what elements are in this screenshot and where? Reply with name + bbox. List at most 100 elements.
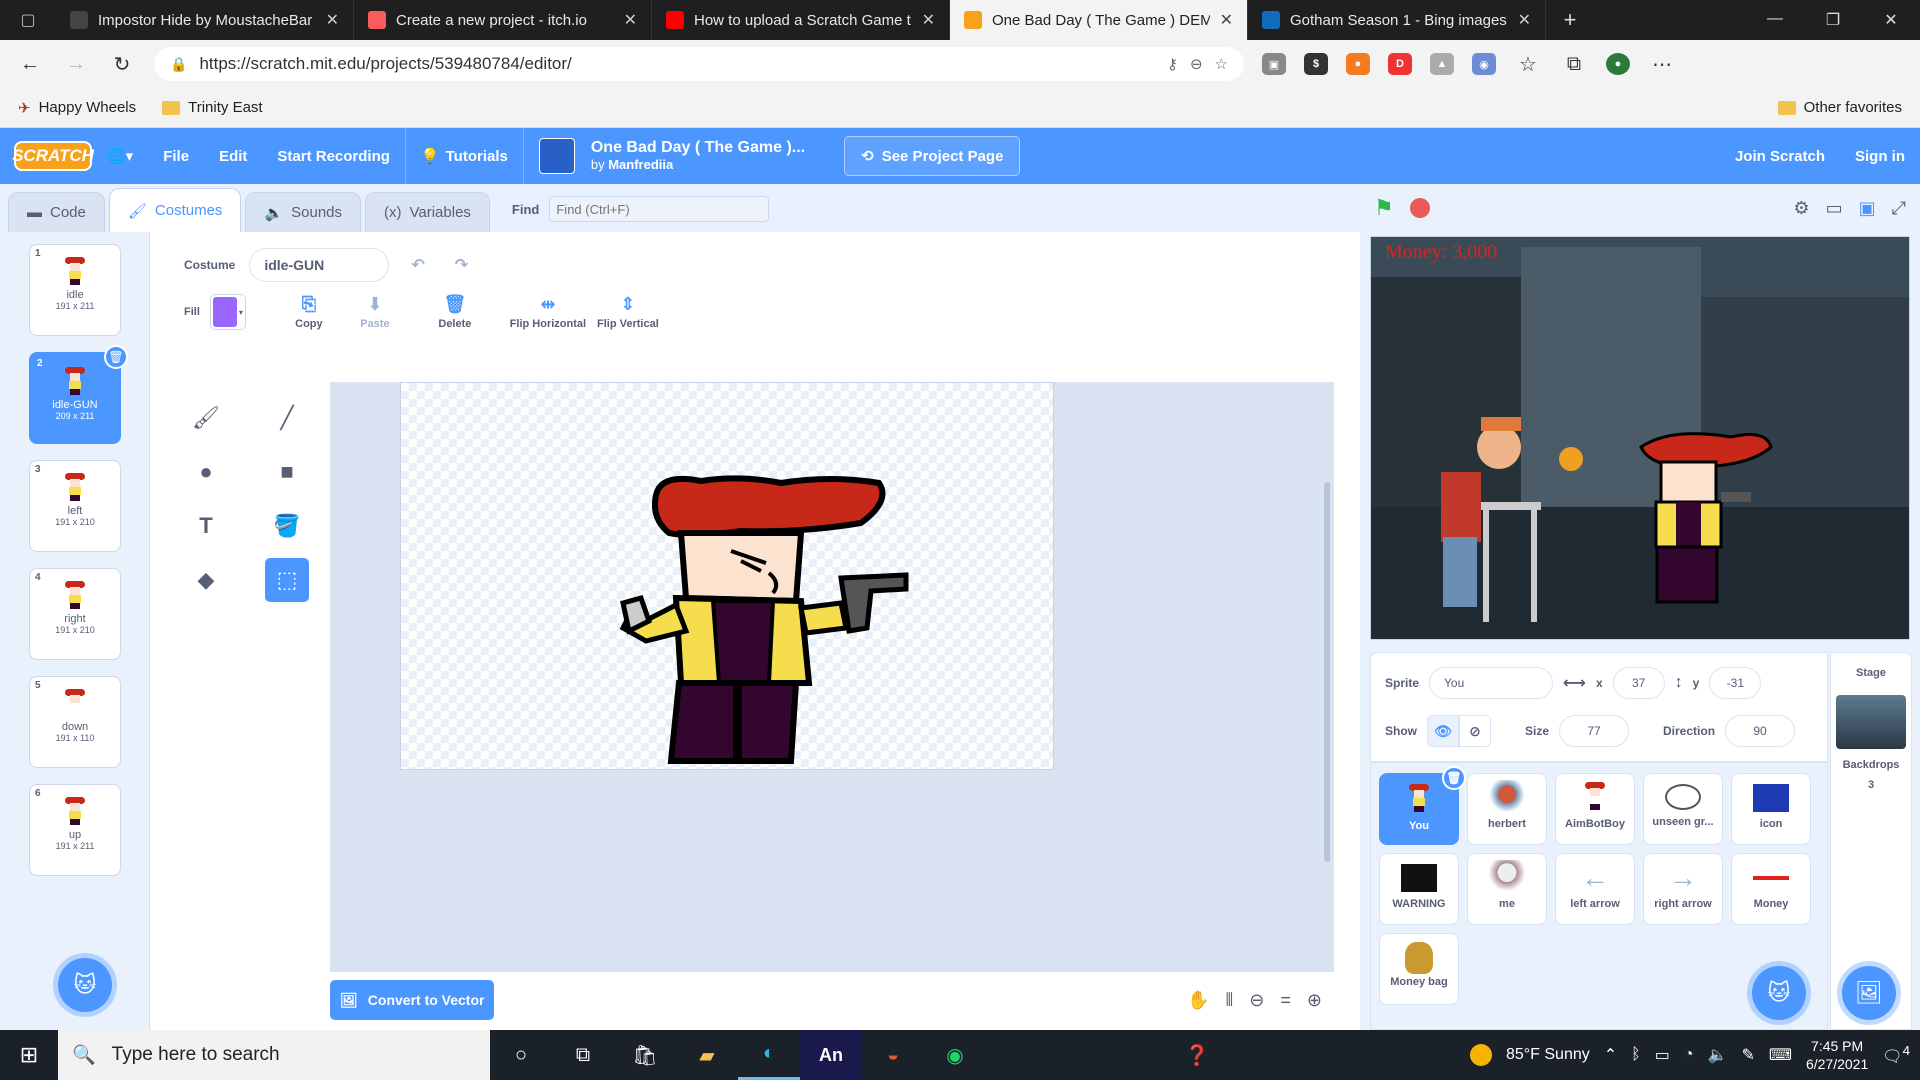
keyboard-icon[interactable]: ⌨ <box>1769 1045 1792 1065</box>
scratch-logo[interactable]: SCRATCH <box>12 141 94 171</box>
direction-input[interactable]: 90 <box>1725 715 1796 747</box>
weather-text[interactable]: 85°F Sunny <box>1506 1046 1590 1064</box>
rectangle-tool[interactable]: ■ <box>265 450 309 494</box>
costume-item[interactable]: 3 left 191 x 210 <box>29 460 121 552</box>
brightness-icon[interactable]: ⦀ <box>1225 990 1233 1011</box>
animate-icon[interactable]: An <box>800 1030 862 1080</box>
sprite-item[interactable]: unseen gr... <box>1643 773 1723 845</box>
cortana-icon[interactable]: ○ <box>490 1030 552 1080</box>
favorites-icon[interactable]: ☆ <box>1514 52 1542 77</box>
tab-variables[interactable]: (x) Variables <box>365 192 490 232</box>
costume-item[interactable]: 1 idle 191 x 211 <box>29 244 121 336</box>
hide-eye-icon[interactable]: ⊘ <box>1459 715 1491 747</box>
zoom-in-icon[interactable]: ⊕ <box>1307 990 1322 1011</box>
sprite-item[interactable]: me <box>1467 853 1547 925</box>
flip-horizontal-button[interactable]: ⇹ Flip Horizontal <box>508 294 588 330</box>
fill-tool[interactable]: 🪣 <box>265 504 309 548</box>
sprite-item[interactable]: AimBotBoy <box>1555 773 1635 845</box>
costume-canvas[interactable] <box>400 382 1054 770</box>
eraser-tool[interactable]: ◆ <box>184 558 228 602</box>
circle-tool[interactable]: ● <box>184 450 228 494</box>
close-tab-icon[interactable]: ✕ <box>624 10 637 30</box>
favorite-happy-wheels[interactable]: ✈ Happy Wheels <box>18 99 136 117</box>
collections-icon[interactable]: ⧉ <box>1560 53 1588 76</box>
redo-icon[interactable]: ↷ <box>447 255 476 275</box>
forward-icon[interactable]: → <box>62 53 90 76</box>
edit-menu[interactable]: Edit <box>204 128 262 184</box>
url-text[interactable]: https://scratch.mit.edu/projects/5394807… <box>199 54 1155 74</box>
costume-item[interactable]: 5 down 191 x 110 <box>29 676 121 768</box>
edge-icon[interactable]: ◐ <box>738 1030 800 1080</box>
extension-icon[interactable]: ▣ <box>1262 53 1286 75</box>
costume-item[interactable]: 4 right 191 x 210 <box>29 568 121 660</box>
x-input[interactable]: 37 <box>1612 667 1665 699</box>
start-recording-menu[interactable]: Start Recording <box>262 128 405 184</box>
fill-color-picker[interactable]: ▾ <box>209 294 246 330</box>
select-tool[interactable]: ⬚ <box>265 558 309 602</box>
bluetooth-icon[interactable]: ᛒ <box>1631 1046 1641 1064</box>
size-input[interactable]: 77 <box>1559 715 1630 747</box>
browser-tab-2[interactable]: How to upload a Scratch Game t ✕ <box>652 0 950 40</box>
sprite-item[interactable]: icon <box>1731 773 1811 845</box>
canvas-scrollbar[interactable] <box>1324 482 1330 862</box>
more-icon[interactable]: ⋯ <box>1648 52 1676 77</box>
browser-tab-1[interactable]: Create a new project - itch.io ✕ <box>354 0 652 40</box>
task-view-icon[interactable]: ⧉ <box>552 1030 614 1080</box>
project-title-area[interactable]: One Bad Day ( The Game )... by Manfredii… <box>522 128 820 184</box>
zoom-icon[interactable]: ⊖ <box>1190 55 1203 73</box>
find-input[interactable] <box>549 196 770 222</box>
undo-icon[interactable]: ↶ <box>403 255 432 275</box>
paste-button[interactable]: ⬇ Paste <box>342 294 408 330</box>
new-tab-button[interactable]: + <box>1546 7 1594 33</box>
join-scratch-link[interactable]: Join Scratch <box>1720 128 1840 184</box>
stop-icon[interactable] <box>1409 198 1430 218</box>
sprite-item[interactable]: Money bag <box>1379 933 1459 1005</box>
chat-app-icon[interactable]: ◉ <box>924 1030 986 1080</box>
brush-tool[interactable]: 🖌 <box>184 396 228 440</box>
browser-tab-4[interactable]: Gotham Season 1 - Bing images ✕ <box>1248 0 1546 40</box>
favorite-trinity-east[interactable]: Trinity East <box>162 99 263 116</box>
volume-icon[interactable]: 🔈 <box>1708 1045 1728 1065</box>
browser-tab-0[interactable]: Impostor Hide by MoustacheBar ✕ <box>56 0 354 40</box>
app-icon[interactable]: ◒ <box>862 1030 924 1080</box>
add-favorite-icon[interactable]: ☆ <box>1215 55 1228 73</box>
sprite-item-selected[interactable]: You 🗑 <box>1379 766 1466 845</box>
zoom-reset-icon[interactable]: = <box>1280 990 1291 1011</box>
close-window-icon[interactable]: ✕ <box>1862 10 1920 30</box>
zoom-out-icon[interactable]: ⊖ <box>1249 990 1264 1011</box>
store-icon[interactable]: 🛍 <box>614 1030 676 1080</box>
tab-actions-icon[interactable]: ▢ <box>0 0 56 40</box>
large-stage-icon[interactable]: ▣ <box>1859 198 1876 219</box>
flip-vertical-button[interactable]: ⇕ Flip Vertical <box>588 294 668 330</box>
file-explorer-icon[interactable]: ▰ <box>676 1030 738 1080</box>
close-tab-icon[interactable]: ✕ <box>922 10 935 30</box>
clock[interactable]: 7:45 PM 6/27/2021 <box>1806 1037 1868 1073</box>
profile-avatar[interactable]: ● <box>1606 53 1630 75</box>
costume-item[interactable]: 6 up 191 x 211 <box>29 784 121 876</box>
sprite-item[interactable]: → right arrow <box>1643 853 1723 925</box>
restore-icon[interactable]: ❐ <box>1804 10 1862 30</box>
windows-start-icon[interactable]: ⊞ <box>0 1042 58 1068</box>
battery-icon[interactable]: ▭ <box>1655 1045 1670 1065</box>
back-icon[interactable]: ← <box>16 53 44 76</box>
close-tab-icon[interactable]: ✕ <box>1220 10 1233 30</box>
delete-button[interactable]: 🗑 Delete <box>422 294 488 330</box>
tab-sounds[interactable]: 🔈 Sounds <box>245 192 361 232</box>
hand-icon[interactable]: ✋ <box>1187 990 1209 1011</box>
close-tab-icon[interactable]: ✕ <box>326 10 339 30</box>
choose-sprite-button[interactable]: 🐱 <box>1752 966 1806 1020</box>
other-favorites[interactable]: Other favorites <box>1777 99 1902 116</box>
green-flag-icon[interactable]: ⚑ <box>1374 195 1394 221</box>
extension-icon[interactable]: ◉ <box>1472 53 1496 75</box>
refresh-icon[interactable]: ↻ <box>108 52 136 77</box>
copy-button[interactable]: ⎘ Copy <box>276 294 342 330</box>
extension-icon[interactable]: D <box>1388 53 1412 75</box>
wifi-icon[interactable]: ◔ <box>1684 1046 1694 1064</box>
pen-icon[interactable]: ✎ <box>1741 1045 1754 1065</box>
tab-costumes[interactable]: 🖌 Costumes <box>108 188 242 232</box>
tutorials-button[interactable]: 💡 Tutorials <box>404 128 523 184</box>
browser-tab-3[interactable]: One Bad Day ( The Game ) DEMO ✕ <box>950 0 1248 40</box>
costume-name-input[interactable]: idle-GUN <box>249 248 390 282</box>
y-input[interactable]: -31 <box>1709 667 1762 699</box>
project-author[interactable]: Manfrediia <box>608 157 673 172</box>
